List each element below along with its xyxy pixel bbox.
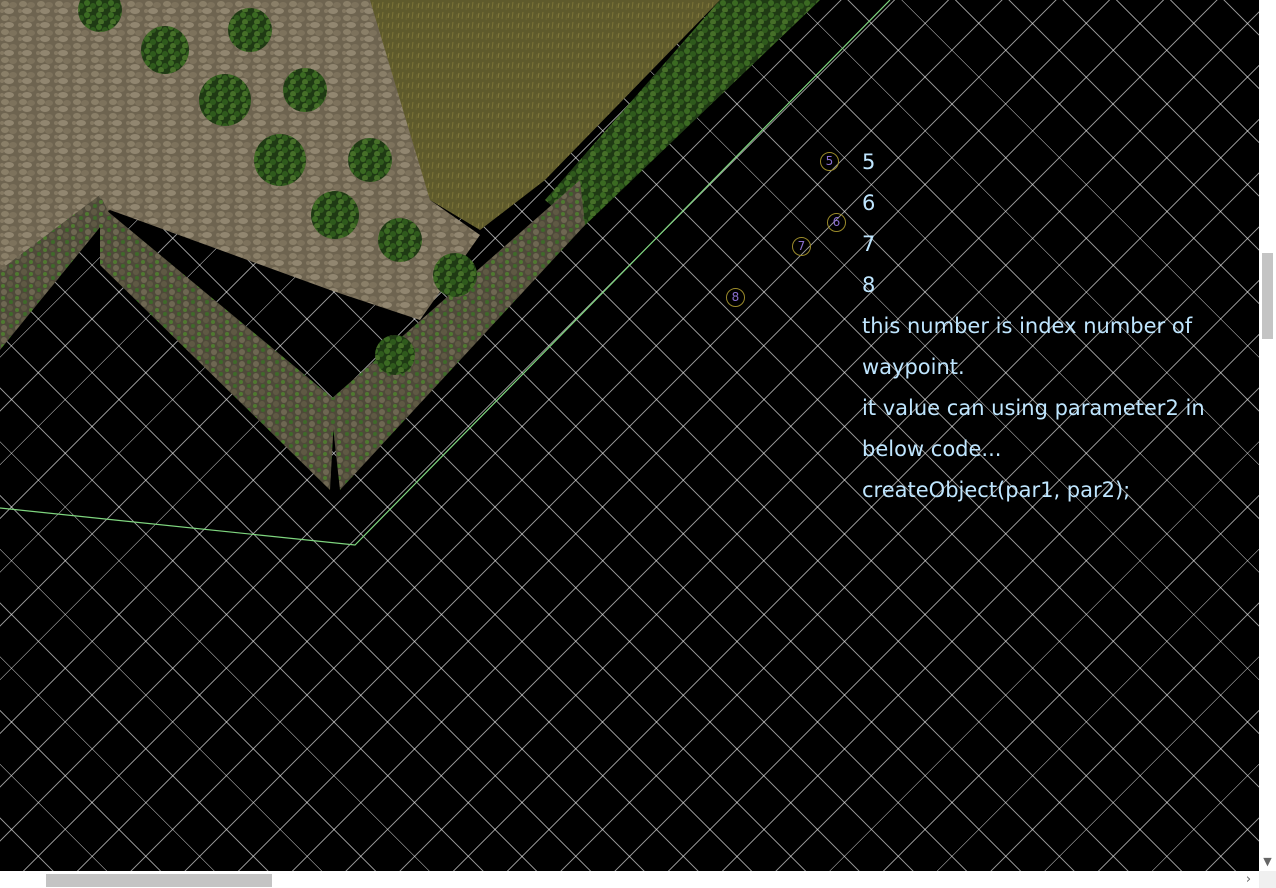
annotation-description-line1: this number is index number of xyxy=(862,314,1193,338)
waypoint-marker-8[interactable]: 8 xyxy=(726,288,745,307)
annotation-description-line2: waypoint. xyxy=(862,355,965,379)
waypoint-marker-6[interactable]: 6 xyxy=(827,213,846,232)
annotation-code-line: createObject(par1, par2); xyxy=(862,478,1131,502)
scrollbar-corner xyxy=(1259,871,1276,888)
map-viewport[interactable]: 5 6 7 8 5 6 7 8 this number is index num… xyxy=(0,0,1259,871)
scroll-right-arrow-icon[interactable]: › xyxy=(1240,871,1257,888)
annotation-index-5: 5 xyxy=(862,150,876,174)
horizontal-scroll-thumb[interactable] xyxy=(46,874,272,887)
waypoint-marker-7[interactable]: 7 xyxy=(792,237,811,256)
horizontal-scrollbar[interactable]: › xyxy=(0,871,1259,888)
annotation-description-line3: it value can using parameter2 in xyxy=(862,396,1205,420)
vertical-scrollbar[interactable]: ▼ xyxy=(1259,0,1276,871)
waypoint-marker-5[interactable]: 5 xyxy=(820,152,839,171)
annotation-description-line4: below code... xyxy=(862,437,1002,461)
scroll-down-arrow-icon[interactable]: ▼ xyxy=(1259,853,1276,870)
annotation-index-8: 8 xyxy=(862,273,876,297)
annotation-index-7: 7 xyxy=(862,232,876,256)
terrain-layer xyxy=(0,0,891,546)
annotation-index-6: 6 xyxy=(862,191,876,215)
vertical-scroll-thumb[interactable] xyxy=(1262,253,1273,339)
